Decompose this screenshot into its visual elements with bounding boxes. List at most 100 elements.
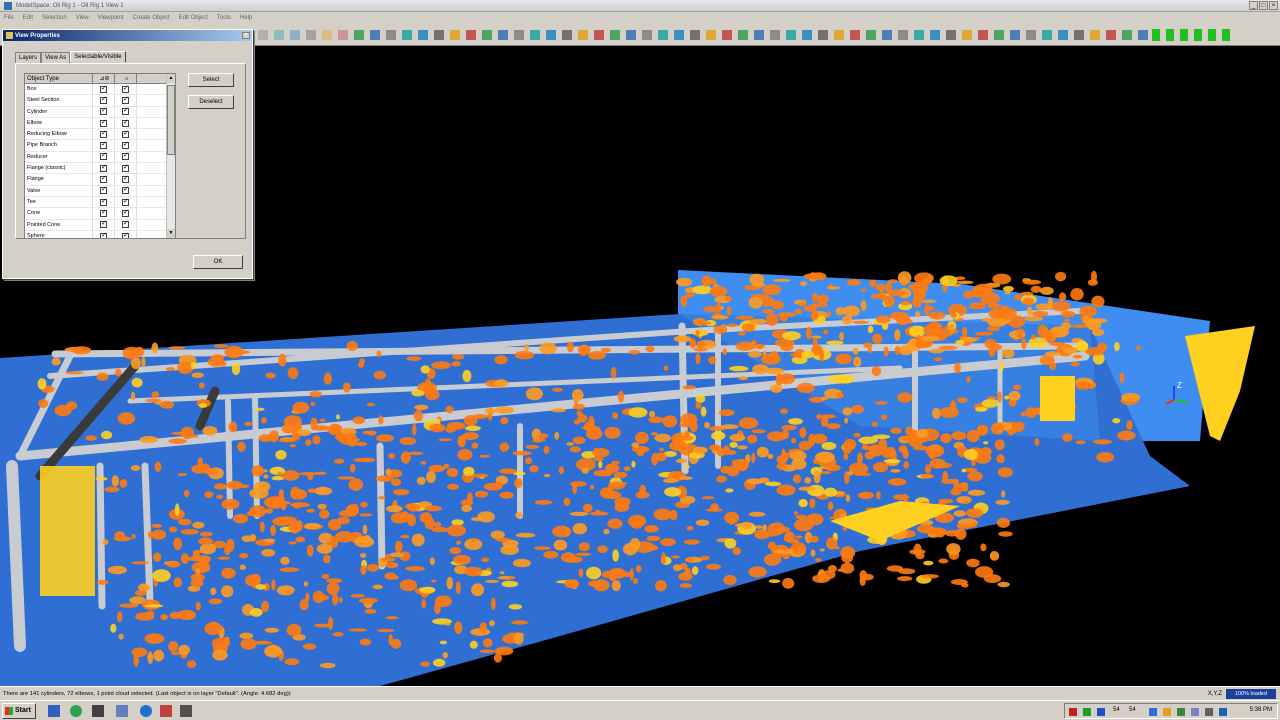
selectable-checkbox[interactable] xyxy=(100,118,107,127)
list-item[interactable]: Flange xyxy=(25,174,175,186)
toolbar-status-icon[interactable] xyxy=(1194,29,1202,41)
app-icon[interactable] xyxy=(116,705,128,717)
toolbar-button-icon[interactable] xyxy=(738,30,748,40)
toolbar-button-icon[interactable] xyxy=(898,30,908,40)
toolbar-button-icon[interactable] xyxy=(562,30,572,40)
toolbar-button-icon[interactable] xyxy=(434,30,444,40)
toolbar-button-icon[interactable] xyxy=(546,30,556,40)
toolbar-button-icon[interactable] xyxy=(1122,30,1132,40)
menu-edit[interactable]: Edit xyxy=(23,15,33,21)
toolbar-button-icon[interactable] xyxy=(882,30,892,40)
tray-bluetooth-icon[interactable] xyxy=(1219,708,1227,716)
column-header-object-type[interactable]: Object Type xyxy=(25,74,93,83)
visible-checkbox[interactable] xyxy=(122,231,129,238)
menu-create-object[interactable]: Create Object xyxy=(133,15,170,21)
toolbar-button-icon[interactable] xyxy=(498,30,508,40)
browser-icon[interactable] xyxy=(70,705,82,717)
toolbar-button-icon[interactable] xyxy=(274,30,284,40)
list-item[interactable]: Cylinder xyxy=(25,106,175,118)
toolbar-button-icon[interactable] xyxy=(386,30,396,40)
visible-checkbox[interactable] xyxy=(122,106,129,116)
tray-device-icon[interactable] xyxy=(1205,708,1213,716)
close-icon[interactable]: × xyxy=(1269,1,1278,10)
start-button[interactable]: Start xyxy=(2,702,36,719)
toolbar-button-icon[interactable] xyxy=(754,30,764,40)
list-scrollbar[interactable]: ▲ ▼ xyxy=(166,74,175,238)
ok-button[interactable]: OK xyxy=(193,255,243,269)
selectable-checkbox[interactable] xyxy=(100,219,107,229)
globe-icon[interactable] xyxy=(140,705,152,717)
toolbar-button-icon[interactable] xyxy=(322,30,332,40)
list-item[interactable]: Reducing Elbow xyxy=(25,129,175,141)
toolbar-button-icon[interactable] xyxy=(770,30,780,40)
toolbar-button-icon[interactable] xyxy=(962,30,972,40)
toolbar-button-icon[interactable] xyxy=(658,30,668,40)
selectable-checkbox[interactable] xyxy=(100,151,107,161)
visible-checkbox[interactable] xyxy=(122,151,129,161)
toolbar-button-icon[interactable] xyxy=(930,30,940,40)
toolbar-status-icon[interactable] xyxy=(1180,29,1188,41)
toolbar-button-icon[interactable] xyxy=(1026,30,1036,40)
visible-checkbox[interactable] xyxy=(122,140,129,150)
toolbar-button-icon[interactable] xyxy=(578,30,588,40)
list-item[interactable]: Sphere xyxy=(25,231,175,238)
toolbar-button-icon[interactable] xyxy=(530,30,540,40)
toolbar-button-icon[interactable] xyxy=(946,30,956,40)
toolbar-button-icon[interactable] xyxy=(338,30,348,40)
toolbar-button-icon[interactable] xyxy=(258,30,268,40)
tab-layers[interactable]: Layers xyxy=(15,52,42,63)
scroll-up-icon[interactable]: ▲ xyxy=(167,74,175,83)
media-icon[interactable] xyxy=(160,705,172,717)
select-button[interactable]: Select xyxy=(188,73,234,87)
dialog-close-icon[interactable]: × xyxy=(242,32,250,39)
visible-checkbox[interactable] xyxy=(122,118,129,127)
toolbar-button-icon[interactable] xyxy=(418,30,428,40)
tray-misc-icon[interactable] xyxy=(1191,708,1199,716)
toolbar-button-icon[interactable] xyxy=(402,30,412,40)
toolbar-button-icon[interactable] xyxy=(866,30,876,40)
tray-app-icon[interactable] xyxy=(1163,708,1171,716)
toolbar-button-icon[interactable] xyxy=(594,30,604,40)
terminal-icon[interactable] xyxy=(92,705,104,717)
visible-checkbox[interactable] xyxy=(122,219,129,229)
list-item[interactable]: Box xyxy=(25,84,175,96)
toolbar-button-icon[interactable] xyxy=(354,30,364,40)
toolbar-button-icon[interactable] xyxy=(1090,30,1100,40)
tray-monitor-icon[interactable] xyxy=(1177,708,1185,716)
toolbar-button-icon[interactable] xyxy=(786,30,796,40)
toolbar-button-icon[interactable] xyxy=(722,30,732,40)
toolbar-button-icon[interactable] xyxy=(1042,30,1052,40)
toolbar-button-icon[interactable] xyxy=(706,30,716,40)
selectable-checkbox[interactable] xyxy=(100,84,107,93)
toolbar-button-icon[interactable] xyxy=(290,30,300,40)
toolbar-button-icon[interactable] xyxy=(690,30,700,40)
selectable-checkbox[interactable] xyxy=(100,231,107,238)
toolbar-status-icon[interactable] xyxy=(1152,29,1160,41)
toolbar-button-icon[interactable] xyxy=(850,30,860,40)
menu-edit-object[interactable]: Edit Object xyxy=(179,15,208,21)
visible-checkbox[interactable] xyxy=(122,163,129,172)
toolbar-status-icon[interactable] xyxy=(1222,29,1230,41)
toolbar-button-icon[interactable] xyxy=(978,30,988,40)
list-item[interactable]: Steel Section xyxy=(25,95,175,107)
toolbar-button-icon[interactable] xyxy=(818,30,828,40)
list-item[interactable]: Valve xyxy=(25,185,175,197)
selectable-checkbox[interactable] xyxy=(100,185,107,195)
visible-checkbox[interactable] xyxy=(122,129,129,138)
toolbar-button-icon[interactable] xyxy=(482,30,492,40)
maximize-icon[interactable]: □ xyxy=(1259,1,1268,10)
tray-update-icon[interactable] xyxy=(1097,708,1105,716)
toolbar-button-icon[interactable] xyxy=(1138,30,1148,40)
toolbar-button-icon[interactable] xyxy=(802,30,812,40)
toolbar-button-icon[interactable] xyxy=(994,30,1004,40)
selectable-checkbox[interactable] xyxy=(100,95,107,104)
toolbar-button-icon[interactable] xyxy=(674,30,684,40)
menu-tools[interactable]: Tools xyxy=(217,15,231,21)
visible-checkbox[interactable] xyxy=(122,84,129,93)
toolbar-button-icon[interactable] xyxy=(306,30,316,40)
toolbar-button-icon[interactable] xyxy=(514,30,524,40)
list-item[interactable]: Pipe Branch xyxy=(25,140,175,152)
list-item[interactable]: Pointed Cone xyxy=(25,219,175,231)
toolbar-button-icon[interactable] xyxy=(370,30,380,40)
list-item[interactable]: Tee xyxy=(25,197,175,209)
